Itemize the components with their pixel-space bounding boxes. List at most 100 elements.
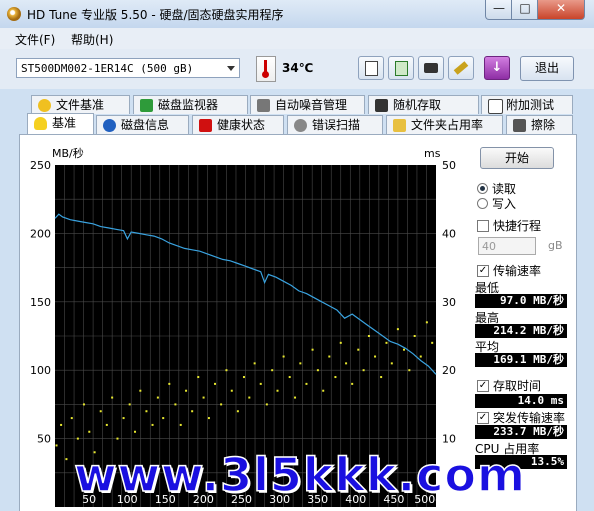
- access-time-label: 存取时间: [493, 379, 542, 393]
- access-time-point: [322, 389, 325, 392]
- access-time-point: [259, 382, 262, 385]
- download-icon: ↓: [491, 60, 503, 75]
- menu-help[interactable]: 帮助(H): [71, 31, 113, 48]
- access-time-point: [294, 396, 297, 399]
- access-time-point: [413, 335, 416, 337]
- tab-random-access[interactable]: 随机存取: [368, 95, 479, 114]
- app-icon: [7, 7, 21, 21]
- access-time-point: [265, 403, 268, 406]
- camera-icon: [424, 63, 438, 73]
- chart-y-tick-right: 20: [442, 364, 456, 377]
- access-time-point: [185, 389, 188, 392]
- access-time-point: [362, 369, 365, 372]
- access-time-point: [76, 437, 79, 440]
- info-icon: [103, 119, 116, 132]
- tab-extra-tests[interactable]: 附加测试: [481, 95, 573, 114]
- access-time-point: [122, 417, 125, 420]
- copy-text-button[interactable]: [358, 56, 384, 80]
- access-time-point: [390, 362, 393, 365]
- access-time-point: [276, 389, 279, 392]
- tab-erase[interactable]: 擦除: [506, 115, 573, 134]
- access-time-point: [408, 369, 411, 372]
- thermometer-icon: [256, 56, 276, 82]
- tab-aam[interactable]: 自动噪音管理: [250, 95, 365, 114]
- access-time-point: [367, 335, 370, 337]
- minimize-button[interactable]: —: [485, 0, 513, 20]
- screenshot-button[interactable]: [418, 56, 444, 80]
- exit-button[interactable]: 退出: [520, 56, 574, 81]
- chart-y-tick-right: 40: [442, 227, 456, 240]
- access-time-point: [191, 410, 194, 413]
- burst-rate-value: 233.7 MB/秒: [475, 425, 567, 439]
- access-time-value: 14.0 ms: [475, 394, 567, 408]
- tab-error-scan[interactable]: 错误扫描: [287, 115, 383, 134]
- access-time-point: [230, 389, 233, 392]
- tab-health[interactable]: 健康状态: [192, 115, 284, 134]
- chart-y-tick-left: 200: [30, 227, 51, 240]
- access-time-point: [334, 376, 337, 379]
- maximize-button[interactable]: □: [511, 0, 539, 20]
- access-time-point: [156, 396, 159, 399]
- read-radio[interactable]: [477, 183, 488, 194]
- file-benchmark-icon: [38, 99, 51, 112]
- quick-stroke-label: 快捷行程: [493, 219, 542, 233]
- access-time-point: [328, 355, 331, 358]
- chart-y-tick-left: 100: [30, 364, 51, 377]
- save-button[interactable]: ↓: [484, 56, 510, 80]
- tab-file-benchmark[interactable]: 文件基准: [31, 95, 130, 114]
- health-cross-icon: [199, 119, 212, 132]
- access-time-point: [385, 341, 388, 344]
- access-time-point: [339, 341, 342, 344]
- menu-file[interactable]: 文件(F): [15, 31, 55, 48]
- close-button[interactable]: ✕: [537, 0, 585, 20]
- access-time-point: [60, 423, 63, 426]
- tab-benchmark[interactable]: 基准: [27, 113, 94, 134]
- access-time-point: [316, 369, 319, 372]
- chart-y-tick-right: 10: [442, 433, 456, 446]
- drive-select[interactable]: ST500DM002-1ER14C (500 gB): [16, 58, 240, 78]
- quick-stroke-checkbox[interactable]: [477, 220, 489, 232]
- stroke-size-value: 40: [482, 240, 496, 253]
- burst-rate-checkbox[interactable]: ✓: [477, 412, 489, 424]
- access-time-point: [357, 348, 360, 351]
- access-time-point: [345, 362, 348, 365]
- drive-select-value: ST500DM002-1ER14C (500 gB): [21, 62, 194, 75]
- chart-y-tick-right: 30: [442, 296, 456, 309]
- chart-ylabel-left: MB/秒: [52, 146, 84, 160]
- tab-disk-info[interactable]: 磁盘信息: [96, 115, 189, 134]
- access-time-point: [402, 348, 405, 351]
- access-time-point: [271, 369, 274, 372]
- access-time-point: [88, 430, 91, 433]
- access-time-point: [145, 410, 148, 413]
- access-time-point: [55, 444, 58, 447]
- access-time-point: [351, 382, 354, 385]
- access-time-point: [151, 423, 154, 426]
- access-time-point: [299, 362, 302, 365]
- access-time-point: [236, 410, 239, 413]
- copy-info-button[interactable]: [388, 56, 414, 80]
- burst-rate-label: 突发传输速率: [493, 411, 566, 425]
- title-bar: HD Tune 专业版 5.50 - 硬盘/固态硬盘实用程序 — □ ✕: [0, 0, 594, 29]
- chart-y-tick-right: 50: [442, 159, 456, 172]
- access-time-point: [174, 403, 177, 406]
- trash-icon: [513, 119, 526, 132]
- lightbulb-icon: [34, 117, 47, 130]
- chart-ylabel-right: ms: [424, 147, 441, 160]
- min-value: 97.0 MB/秒: [475, 294, 567, 308]
- menu-bar: 文件(F) 帮助(H): [0, 28, 594, 49]
- transfer-rate-checkbox[interactable]: ✓: [477, 265, 489, 277]
- copy-info-icon: [394, 61, 408, 76]
- access-time-checkbox[interactable]: ✓: [477, 380, 489, 392]
- chart-y-tick-left: 50: [37, 433, 51, 446]
- tab-disk-monitor[interactable]: 磁盘监视器: [133, 95, 248, 114]
- watermark-text: www.3l5kkk.com: [73, 447, 526, 503]
- access-time-point: [134, 430, 137, 433]
- transfer-rate-label: 传输速率: [493, 264, 542, 278]
- access-time-point: [305, 382, 308, 385]
- access-time-point: [197, 376, 200, 379]
- options-button[interactable]: [448, 56, 474, 80]
- start-button[interactable]: 开始: [480, 147, 554, 169]
- write-radio[interactable]: [477, 198, 488, 209]
- tab-folder-usage[interactable]: 文件夹占用率: [386, 115, 503, 134]
- access-time-point: [179, 423, 182, 426]
